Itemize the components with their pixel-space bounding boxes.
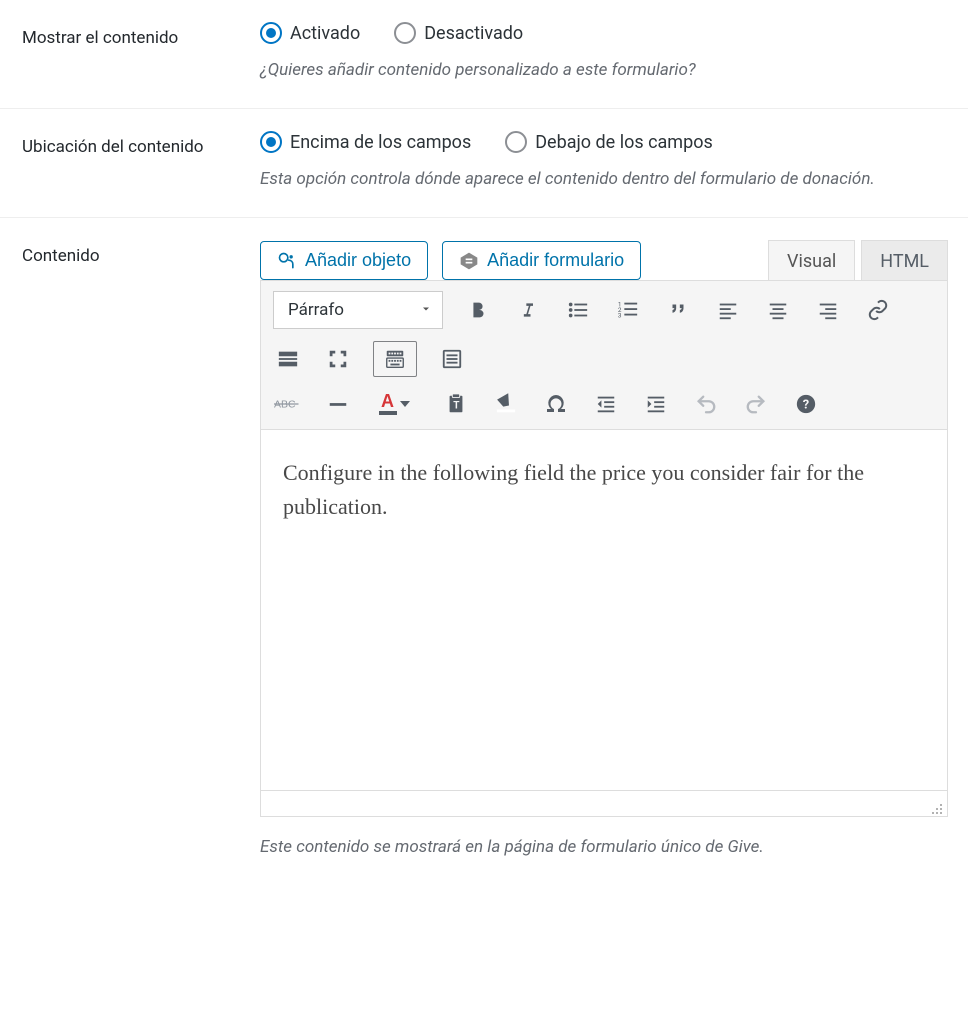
blockquote-button[interactable]: [663, 295, 693, 325]
radio-above-fields[interactable]: Encima de los campos: [260, 131, 471, 153]
form-icon: [459, 251, 479, 271]
toolbar-toggle-button[interactable]: [373, 341, 417, 377]
label-content-location: Ubicación del contenido: [0, 131, 260, 189]
align-right-button[interactable]: [813, 295, 843, 325]
editor-statusbar: [261, 790, 947, 816]
row-show-content: Mostrar el contenido Activado Desactivad…: [0, 0, 968, 109]
label-show-content: Mostrar el contenido: [0, 22, 260, 80]
align-left-button[interactable]: [713, 295, 743, 325]
link-button[interactable]: [863, 295, 893, 325]
add-object-label: Añadir objeto: [305, 250, 411, 271]
editor-content[interactable]: Configure in the following field the pri…: [261, 430, 947, 790]
add-form-button[interactable]: Añadir formulario: [442, 241, 641, 280]
wysiwyg-editor: Párrafo 123: [260, 280, 948, 817]
media-icon: [277, 251, 297, 271]
help-content-location: Esta opción controla dónde aparece el co…: [260, 169, 948, 189]
paste-text-button[interactable]: T: [441, 389, 471, 419]
shortcode-list-button[interactable]: [437, 344, 467, 374]
undo-button[interactable]: [691, 389, 721, 419]
outdent-button[interactable]: [591, 389, 621, 419]
redo-button[interactable]: [741, 389, 771, 419]
indent-button[interactable]: [641, 389, 671, 419]
radio-indicator-icon: [260, 131, 282, 153]
horizontal-rule-button[interactable]: [323, 389, 353, 419]
radio-indicator-icon: [260, 22, 282, 44]
chevron-down-icon: [420, 300, 432, 320]
editor-body-text: Configure in the following field the pri…: [283, 456, 925, 524]
align-center-button[interactable]: [763, 295, 793, 325]
row-content-editor: Contenido Añadir objeto Añadir formulari…: [0, 218, 968, 885]
format-select-value: Párrafo: [288, 300, 344, 320]
help-content-editor: Este contenido se mostrará en la página …: [260, 837, 948, 857]
numbered-list-button[interactable]: 123: [613, 295, 643, 325]
label-content: Contenido: [0, 240, 260, 857]
clear-formatting-button[interactable]: [491, 389, 521, 419]
italic-button[interactable]: [513, 295, 543, 325]
text-color-button[interactable]: A: [373, 389, 421, 419]
svg-text:T: T: [453, 401, 460, 412]
bullet-list-button[interactable]: [563, 295, 593, 325]
row-content-location: Ubicación del contenido Encima de los ca…: [0, 109, 968, 218]
svg-text:3: 3: [618, 311, 622, 319]
help-show-content: ¿Quieres añadir contenido personalizado …: [260, 60, 948, 80]
radio-above-label: Encima de los campos: [290, 132, 471, 153]
svg-text:?: ?: [803, 398, 809, 413]
bold-button[interactable]: [463, 295, 493, 325]
radio-indicator-icon: [505, 131, 527, 153]
read-more-button[interactable]: [273, 344, 303, 374]
tab-visual[interactable]: Visual: [768, 240, 855, 280]
special-character-button[interactable]: [541, 389, 571, 419]
svg-text:A: A: [381, 391, 394, 411]
radio-below-fields[interactable]: Debajo de los campos: [505, 131, 713, 153]
radio-desactivado-label: Desactivado: [424, 23, 523, 44]
radio-indicator-icon: [394, 22, 416, 44]
add-form-label: Añadir formulario: [487, 250, 624, 271]
radio-desactivado[interactable]: Desactivado: [394, 22, 523, 44]
radio-activado-label: Activado: [290, 23, 360, 44]
fullscreen-button[interactable]: [323, 344, 353, 374]
editor-toolbar: Párrafo 123: [261, 281, 947, 430]
strikethrough-button[interactable]: ABC: [273, 389, 303, 419]
radio-below-label: Debajo de los campos: [535, 132, 713, 153]
radio-activado[interactable]: Activado: [260, 22, 360, 44]
add-object-button[interactable]: Añadir objeto: [260, 241, 428, 280]
resize-grip-icon[interactable]: [929, 800, 943, 814]
format-select[interactable]: Párrafo: [273, 291, 443, 329]
tab-html[interactable]: HTML: [861, 240, 948, 280]
help-button[interactable]: ?: [791, 389, 821, 419]
